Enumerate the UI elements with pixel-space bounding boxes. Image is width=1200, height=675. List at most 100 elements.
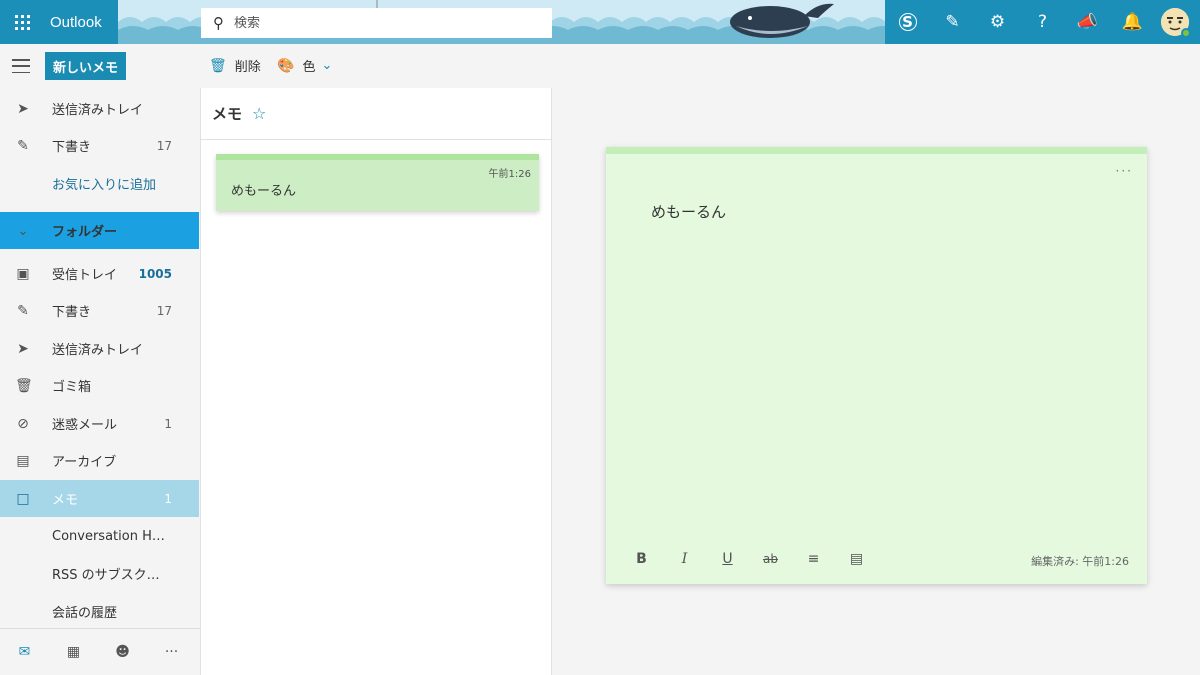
note-content[interactable]: めもーるん: [651, 201, 726, 222]
image-icon[interactable]: ▤: [835, 551, 878, 567]
skype-button[interactable]: S: [885, 0, 930, 44]
unread-count: 1005: [138, 266, 172, 281]
note-preview: めもーるん: [231, 184, 297, 199]
more-options-icon[interactable]: ···: [1116, 164, 1133, 178]
sidebar-item-label: 送信済みトレイ: [52, 103, 144, 118]
sidebar-item-label: アーカイブ: [52, 455, 117, 470]
sidebar-item-label: 送信済みトレイ: [52, 343, 144, 358]
unread-count: 17: [156, 138, 172, 153]
mail-icon[interactable]: ✉: [0, 644, 49, 660]
gear-icon: ⚙: [989, 12, 1006, 32]
send-icon: ➤: [17, 340, 29, 357]
add-favorite-label: お気に入りに追加: [52, 178, 157, 193]
presence-badge: [1181, 28, 1191, 38]
sidebar-item-junk[interactable]: ⊘ 迷惑メール 1: [0, 405, 199, 442]
edited-timestamp: 編集済み: 午前1:26: [1031, 555, 1129, 568]
app-launcher-button[interactable]: [0, 0, 44, 44]
page-title: メモ: [212, 105, 243, 123]
sidebar-item-favorite-sent[interactable]: ➤ 送信済みトレイ: [0, 90, 199, 127]
calendar-icon[interactable]: ▦: [49, 644, 98, 660]
search-box[interactable]: ⚲: [201, 8, 552, 38]
chevron-down-icon: ⌄: [321, 58, 333, 73]
unread-count: 17: [156, 303, 172, 318]
pencil-icon: ✎: [17, 137, 29, 154]
underline-button[interactable]: U: [706, 551, 749, 567]
sidebar-item-label: 下書き: [52, 305, 92, 320]
sidebar-item-chat-history[interactable]: 会話の履歴: [0, 593, 199, 630]
note-time: 午前1:26: [488, 169, 531, 180]
folders-header[interactable]: ⌄ フォルダー: [0, 212, 199, 249]
new-note-button[interactable]: 新しいメモ: [45, 52, 127, 80]
add-favorite-link[interactable]: お気に入りに追加: [0, 165, 199, 202]
sidebar-item-sent[interactable]: ➤ 送信済みトレイ: [0, 330, 199, 367]
delete-button[interactable]: 🗑 削除: [209, 56, 261, 76]
sidebar-item-drafts[interactable]: ✎ 下書き 17: [0, 292, 199, 329]
bold-button[interactable]: B: [620, 551, 663, 567]
sidebar-item-label: Conversation Hist...: [52, 529, 167, 544]
bullet-list-icon[interactable]: ≡: [792, 551, 835, 567]
skype-icon: S: [898, 13, 917, 31]
sidebar-item-label: RSS のサブスクリプシ...: [52, 568, 167, 583]
megaphone-icon: 📣: [1076, 12, 1099, 32]
folder-pane: ➤ 送信済みトレイ ✎ 下書き 17 お気に入りに追加 ⌄ フォルダー ▣ 受信…: [0, 88, 200, 628]
note-list-header: メモ ☆: [201, 88, 552, 140]
pencil-icon: ✎: [17, 302, 29, 319]
sidebar-item-rss[interactable]: RSS のサブスクリプシ...: [0, 555, 199, 592]
color-button[interactable]: 🎨 色 ⌄: [277, 56, 333, 76]
header-actions: S ✎ ⚙ ? 📣 🔔: [885, 0, 1200, 44]
help-icon: ?: [1037, 12, 1048, 32]
brand-area: Outlook: [0, 0, 118, 44]
sidebar-item-label: ゴミ箱: [52, 380, 92, 395]
palette-icon: 🎨: [277, 57, 295, 74]
compose-icon: ✎: [945, 12, 960, 32]
inbox-icon: ▣: [16, 265, 30, 282]
sidebar-item-label: 会話の履歴: [52, 606, 118, 621]
note-icon: □: [16, 490, 30, 507]
archive-icon: ▤: [16, 452, 30, 469]
sidebar-item-label: 下書き: [52, 140, 92, 155]
block-icon: ⊘: [17, 415, 29, 432]
delete-label: 削除: [234, 60, 261, 75]
command-bar: 新しいメモ 🗑 削除 🎨 色 ⌄: [0, 44, 1200, 88]
sidebar-item-label: 迷惑メール: [52, 418, 118, 433]
sidebar-item-favorite-drafts[interactable]: ✎ 下書き 17: [0, 127, 199, 164]
sidebar-item-inbox[interactable]: ▣ 受信トレイ 1005: [0, 255, 199, 292]
note-list-item[interactable]: 午前1:26 めもーるん: [216, 154, 539, 211]
unread-count: 1: [164, 416, 172, 431]
settings-button[interactable]: ⚙: [975, 0, 1020, 44]
avatar[interactable]: [1161, 8, 1191, 38]
trash-icon: 🗑: [15, 377, 33, 394]
app-name[interactable]: Outlook: [50, 14, 102, 31]
strikethrough-button[interactable]: ab: [749, 552, 792, 566]
sidebar-item-conversation-history[interactable]: Conversation Hist...: [0, 518, 199, 555]
sidebar-item-label: メモ: [52, 493, 79, 508]
people-icon[interactable]: ☻: [98, 644, 147, 660]
note-list-pane: メモ ☆ 午前1:26 めもーるん: [200, 88, 552, 675]
top-bar: Outlook ⚲ S ✎ ⚙ ? 📣: [0, 0, 1200, 44]
more-icon[interactable]: ···: [147, 644, 196, 660]
color-label: 色: [302, 60, 316, 75]
sidebar-item-archive[interactable]: ▤ アーカイブ: [0, 442, 199, 479]
trash-icon: 🗑: [209, 57, 227, 74]
sidebar-item-deleted[interactable]: 🗑 ゴミ箱: [0, 367, 199, 404]
search-icon: ⚲: [213, 14, 224, 32]
folders-header-label: フォルダー: [52, 225, 118, 240]
star-icon[interactable]: ☆: [252, 104, 266, 123]
italic-button[interactable]: I: [663, 551, 706, 567]
unread-count: 1: [164, 491, 172, 506]
bell-icon: 🔔: [1121, 12, 1144, 32]
format-toolbar: B I U ab ≡ ▤: [620, 551, 878, 567]
menu-toggle-icon[interactable]: [12, 59, 30, 73]
waffle-icon: [14, 14, 30, 30]
send-icon: ➤: [17, 100, 29, 117]
notifications-button[interactable]: 🔔: [1110, 0, 1155, 44]
feedback-button[interactable]: 📣: [1065, 0, 1110, 44]
sidebar-item-label: 受信トレイ: [52, 268, 118, 283]
note-editor: ··· めもーるん B I U ab ≡ ▤ 編集済み: 午前1:26: [606, 147, 1147, 584]
help-button[interactable]: ?: [1020, 0, 1065, 44]
search-input[interactable]: [234, 15, 524, 31]
sidebar-item-notes[interactable]: □ メモ 1: [0, 480, 199, 517]
module-switcher: ✉ ▦ ☻ ···: [0, 628, 200, 675]
compose-button[interactable]: ✎: [930, 0, 975, 44]
chevron-down-icon: ⌄: [17, 222, 29, 239]
